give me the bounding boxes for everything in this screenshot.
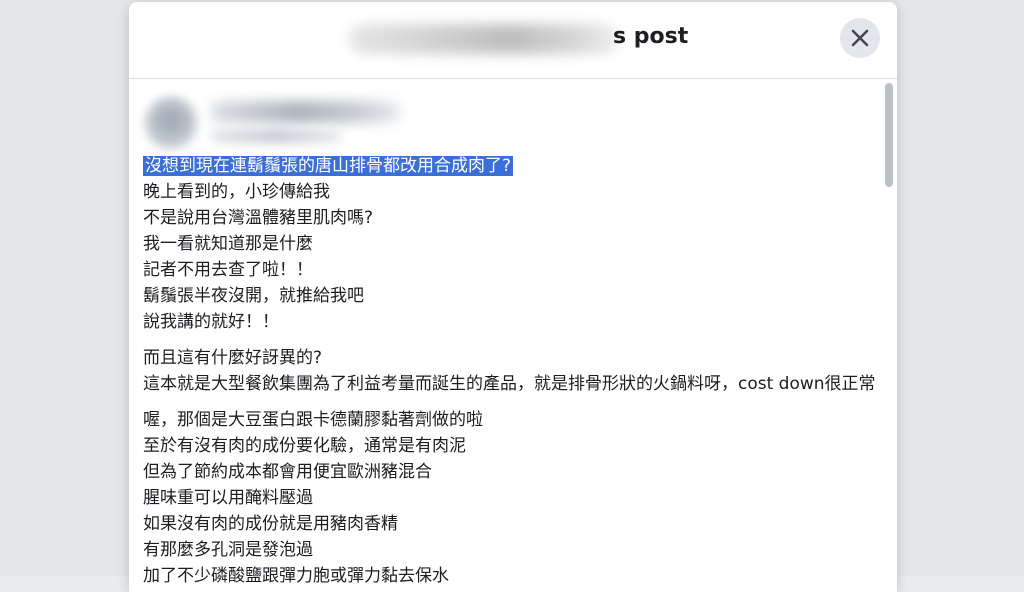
- post-line-text: 不是說用台灣溫體豬里肌肉嗎?: [143, 208, 374, 228]
- blurred-author-name-link[interactable]: [211, 101, 401, 123]
- post-line: 沒想到現在連鬍鬚張的唐山排骨都改用合成肉了?: [143, 153, 863, 179]
- post-line: 這本就是大型餐飲集團為了利益考量而誕生的產品，就是排骨形狀的火鍋料呀，cost …: [143, 371, 876, 397]
- post-line: 如果沒有肉的成份就是用豬肉香精: [143, 511, 863, 537]
- post-text: 沒想到現在連鬍鬚張的唐山排骨都改用合成肉了? 晚上看到的，小珍傳給我不是說用台灣溫…: [143, 153, 876, 592]
- dialog-content: 沒想到現在連鬍鬚張的唐山排骨都改用合成肉了? 晚上看到的，小珍傳給我不是說用台灣溫…: [129, 79, 897, 592]
- post-line: 鬍鬚張半夜沒開，就推給我吧: [143, 283, 863, 309]
- post-line-text: 晚上看到的，小珍傳給我: [143, 182, 330, 202]
- post-line-text: 這本就是大型餐飲集團為了利益考量而誕生的產品，就是排骨形狀的火鍋料呀，cost …: [143, 374, 876, 394]
- post-line: 而且這有什麼好訝異的?: [143, 345, 863, 371]
- post-line-text: 如果沒有肉的成份就是用豬肉香精: [143, 514, 398, 534]
- post-line: 至於有沒有肉的成份要化驗，通常是有肉泥: [143, 433, 863, 459]
- post-line-text: 腥味重可以用醃料壓過: [143, 488, 313, 508]
- post-line-text: 記者不用去查了啦！！: [143, 260, 313, 280]
- dialog-header: s post: [129, 2, 897, 79]
- post-line: 但為了節約成本都會用便宜歐洲豬混合: [143, 459, 863, 485]
- post-line: 說我講的就好！！: [143, 309, 863, 335]
- post-paragraph: 而且這有什麼好訝異的? 這本就是大型餐飲集團為了利益考量而誕生的產品，就是排骨形狀…: [143, 345, 876, 397]
- post-line: 晚上看到的，小珍傳給我: [143, 179, 863, 205]
- post-line: 有那麼多孔洞是發泡過: [143, 537, 863, 563]
- blurred-author-name: [349, 24, 619, 54]
- post-line: 腥味重可以用醃料壓過: [143, 485, 863, 511]
- post-line: 記者不用去查了啦！！: [143, 257, 863, 283]
- close-icon: [851, 29, 869, 47]
- post-line-text: 加了不少磷酸鹽跟彈力胞或彈力黏去保水: [143, 566, 449, 586]
- post-line-text: 我一看就知道那是什麼: [143, 234, 313, 254]
- avatar[interactable]: [145, 97, 197, 149]
- post-line-text: 至於有沒有肉的成份要化驗，通常是有肉泥: [143, 436, 466, 456]
- post-line-text: 但為了節約成本都會用便宜歐洲豬混合: [143, 462, 432, 482]
- post-line-text: 說我講的就好！！: [143, 312, 279, 332]
- post-paragraph: 沒想到現在連鬍鬚張的唐山排骨都改用合成肉了? 晚上看到的，小珍傳給我不是說用台灣溫…: [143, 153, 863, 335]
- post-line: 不是說用台灣溫體豬里肌肉嗎?: [143, 205, 863, 231]
- post-line-text: 有那麼多孔洞是發泡過: [143, 540, 313, 560]
- post-line: 喔，那個是大豆蛋白跟卡德蘭膠黏著劑做的啦: [143, 407, 863, 433]
- blurred-post-timestamp[interactable]: [211, 129, 341, 143]
- post-line-text: 而且這有什麼好訝異的?: [143, 348, 323, 368]
- post-author: [141, 91, 401, 149]
- scrollbar[interactable]: [885, 79, 893, 592]
- scroll-thumb[interactable]: [885, 83, 893, 187]
- post-dialog: s post 沒想到現在連鬍鬚張的唐山排骨都改用合成肉了? 晚上看到的，小珍傳給我…: [129, 2, 897, 592]
- dialog-title: s post: [613, 24, 689, 49]
- close-button[interactable]: [840, 18, 880, 58]
- post-line-text: 喔，那個是大豆蛋白跟卡德蘭膠黏著劑做的啦: [143, 410, 483, 430]
- post-line: 加了不少磷酸鹽跟彈力胞或彈力黏去保水: [143, 563, 863, 589]
- post-line: 我一看就知道那是什麼: [143, 231, 863, 257]
- selected-text: 沒想到現在連鬍鬚張的唐山排骨都改用合成肉了?: [143, 156, 514, 176]
- post-line-text: 鬍鬚張半夜沒開，就推給我吧: [143, 286, 364, 306]
- post-paragraph: 喔，那個是大豆蛋白跟卡德蘭膠黏著劑做的啦 至於有沒有肉的成份要化驗，通常是有肉泥但…: [143, 407, 863, 589]
